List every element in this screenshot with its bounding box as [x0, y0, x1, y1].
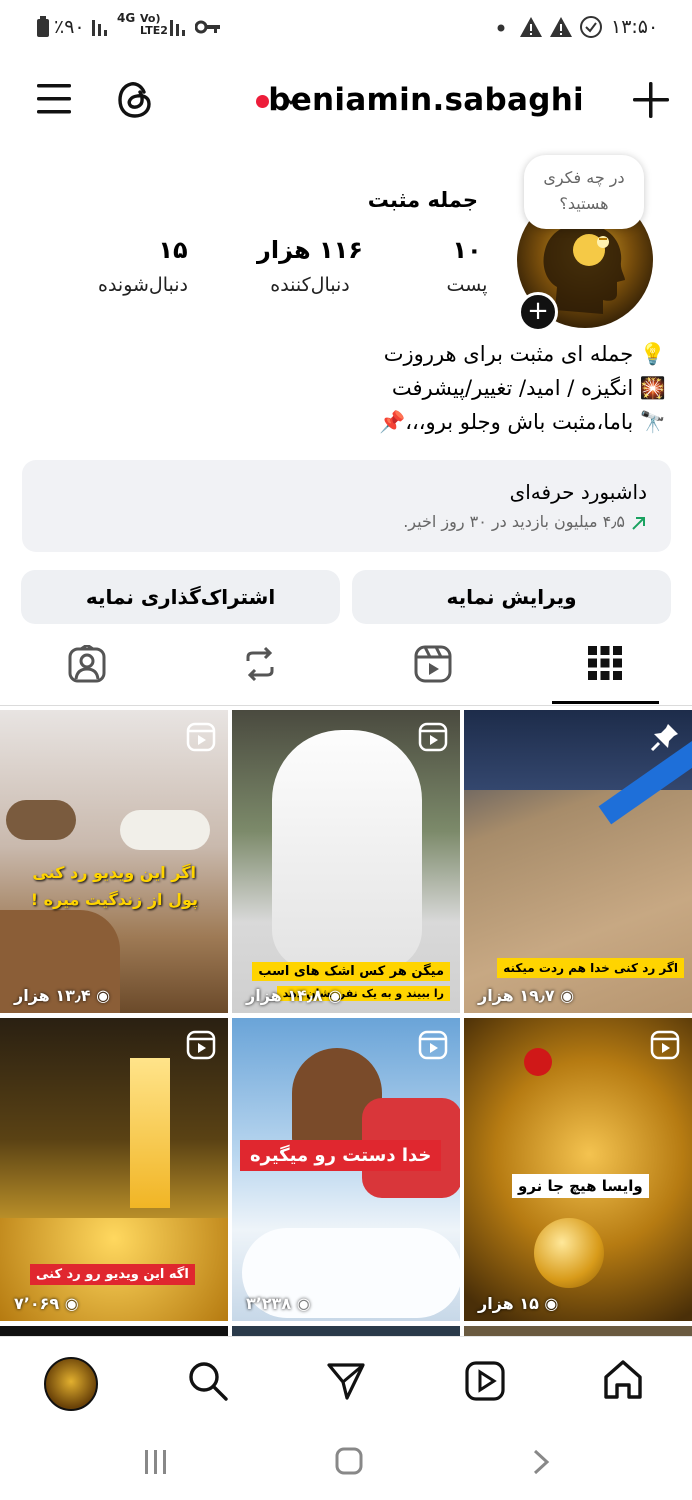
post-caption-1: اگر رد کنی خدا هم ردت میکنه	[497, 958, 684, 978]
send-icon[interactable]	[326, 1361, 366, 1401]
clock: ۱۳:۵۰	[611, 16, 659, 38]
post-caption-2: میگن هر کس اشک های اسب	[252, 962, 450, 981]
following-label: دنبال‌شونده	[97, 274, 189, 296]
back-icon[interactable]	[531, 1448, 551, 1476]
reel-badge-icon	[186, 722, 216, 752]
reel-badge-icon	[186, 1030, 216, 1060]
trend-up-icon	[632, 517, 645, 530]
posts-count[interactable]: ۱۰	[402, 236, 532, 264]
network-type: 4G	[117, 11, 136, 25]
tagged-icon[interactable]	[68, 645, 106, 683]
profile-name: جمله مثبت	[367, 188, 478, 212]
add-story-icon[interactable]: +	[518, 292, 558, 332]
status-bar: ٪۹۰ 4G Vo) LTE2 ۱۳:۵۰	[0, 0, 692, 56]
professional-dashboard[interactable]: داشبورد حرفه‌ای ۴٫۵ میلیون بازدید در ۳۰ …	[22, 460, 671, 552]
hamburger-icon[interactable]	[37, 82, 73, 116]
threads-icon[interactable]	[116, 80, 154, 120]
profile-tabs	[0, 640, 692, 706]
check-circle-icon	[580, 16, 602, 38]
reel-badge-icon	[418, 1030, 448, 1060]
post-tile-1[interactable]: اگر رد کنی خدا هم ردت میکنه ◉ ۱۹٫۷ هزار	[464, 710, 692, 1013]
reposts-icon[interactable]	[242, 645, 278, 683]
post-tile-9[interactable]	[464, 1326, 692, 1336]
post-views-2-value: ۱۴٫۸ هزار	[246, 986, 323, 1005]
lte-label: Vo) LTE2	[140, 12, 168, 37]
post-views-6: ◉ ۷٬۰۶۹	[14, 1294, 79, 1313]
bio-line-3: 🔭 باما،مثبت باش وجلو برو،،،📌	[379, 410, 666, 434]
reel-badge-icon	[418, 722, 448, 752]
bottom-nav	[0, 1336, 692, 1427]
active-tab-indicator	[552, 701, 659, 704]
signal-icon-1	[92, 20, 107, 36]
following-count[interactable]: ۱۵	[108, 236, 238, 264]
bio-line-2: 🎇 انگیزه / امید/ تغییر/پیشرفت	[391, 376, 666, 400]
post-caption-6: اگه این ویدیو رو رد کنی	[30, 1264, 195, 1285]
post-tile-7[interactable]	[0, 1326, 228, 1336]
profile-header: beniamin.sabaghi	[0, 60, 692, 144]
post-views-2: ◉ ۱۴٫۸ هزار	[246, 986, 343, 1005]
reel-badge-icon	[650, 1030, 680, 1060]
post-tile-5[interactable]: خدا دستت رو میگیره ◉ ۳٬۲۳۸	[232, 1018, 460, 1321]
plus-icon[interactable]	[633, 82, 669, 118]
followers-count[interactable]: ۱۱۶ هزار	[245, 236, 375, 264]
live-status-dot	[256, 95, 269, 108]
pin-icon	[650, 724, 678, 752]
tabs-divider	[0, 705, 692, 706]
search-icon[interactable]	[188, 1361, 228, 1401]
notification-dot-icon	[497, 24, 505, 32]
post-tile-3[interactable]: اگر این ویدیو رد کنی پول از زندگیت میره …	[0, 710, 228, 1013]
home-icon[interactable]	[602, 1359, 644, 1401]
dashboard-subtitle: ۴٫۵ میلیون بازدید در ۳۰ روز اخیر.	[403, 512, 625, 531]
battery-icon	[37, 16, 49, 37]
reels-nav-icon[interactable]	[465, 1361, 505, 1401]
dashboard-title: داشبورد حرفه‌ای	[509, 480, 647, 504]
post-views-3-value: ۱۳٫۴ هزار	[14, 986, 91, 1005]
system-navigation	[0, 1426, 692, 1500]
username[interactable]: beniamin.sabaghi	[268, 82, 584, 118]
note-line-2: هستید؟	[559, 194, 609, 213]
bio-line-1: 💡 جمله ای مثبت برای هرروزت	[383, 342, 666, 366]
warning-icon-2	[550, 17, 572, 37]
post-views-6-value: ۷٬۰۶۹	[14, 1294, 60, 1313]
share-profile-button[interactable]: اشتراک‌گذاری نمایه	[21, 570, 340, 624]
warning-icon-1	[520, 17, 542, 37]
post-views-1-value: ۱۹٫۷ هزار	[478, 986, 555, 1005]
reels-icon[interactable]	[414, 645, 452, 683]
signal-icon-2	[170, 20, 185, 36]
posts-label: پست	[446, 274, 488, 296]
post-views-3: ◉ ۱۳٫۴ هزار	[14, 986, 111, 1005]
post-caption-4: وایسا هیچ جا نرو	[512, 1174, 649, 1198]
note-line-1: در چه فکری	[543, 168, 625, 187]
edit-profile-button[interactable]: ویرایش نمایه	[352, 570, 671, 624]
grid-icon[interactable]	[588, 646, 622, 680]
post-caption-5: خدا دستت رو میگیره	[240, 1140, 442, 1171]
home-button-icon[interactable]	[334, 1446, 364, 1476]
post-views-5: ◉ ۳٬۲۳۸	[246, 1294, 311, 1313]
post-tile-2[interactable]: میگن هر کس اشک های اسب را ببیند و به یک …	[232, 710, 460, 1013]
post-tile-8[interactable]	[232, 1326, 460, 1336]
post-caption-3b: پول از زندگیت میره !	[30, 890, 198, 909]
post-views-1: ◉ ۱۹٫۷ هزار	[478, 986, 575, 1005]
post-tile-4[interactable]: وایسا هیچ جا نرو ◉ ۱۵ هزار	[464, 1018, 692, 1321]
note-bubble[interactable]: در چه فکری هستید؟	[524, 155, 644, 229]
profile-avatar[interactable]	[44, 1357, 98, 1411]
recent-apps-icon[interactable]	[143, 1448, 169, 1476]
post-caption-3: اگر این ویدیو رد کنی	[32, 863, 196, 882]
post-tile-6[interactable]: اگه این ویدیو رو رد کنی ◉ ۷٬۰۶۹	[0, 1018, 228, 1321]
battery-level: ٪۹۰	[54, 16, 85, 38]
post-views-4: ◉ ۱۵ هزار	[478, 1294, 559, 1313]
followers-label: دنبال‌کننده	[270, 274, 350, 296]
post-views-5-value: ۳٬۲۳۸	[246, 1294, 292, 1313]
post-views-4-value: ۱۵ هزار	[478, 1294, 539, 1313]
key-icon	[195, 20, 220, 34]
